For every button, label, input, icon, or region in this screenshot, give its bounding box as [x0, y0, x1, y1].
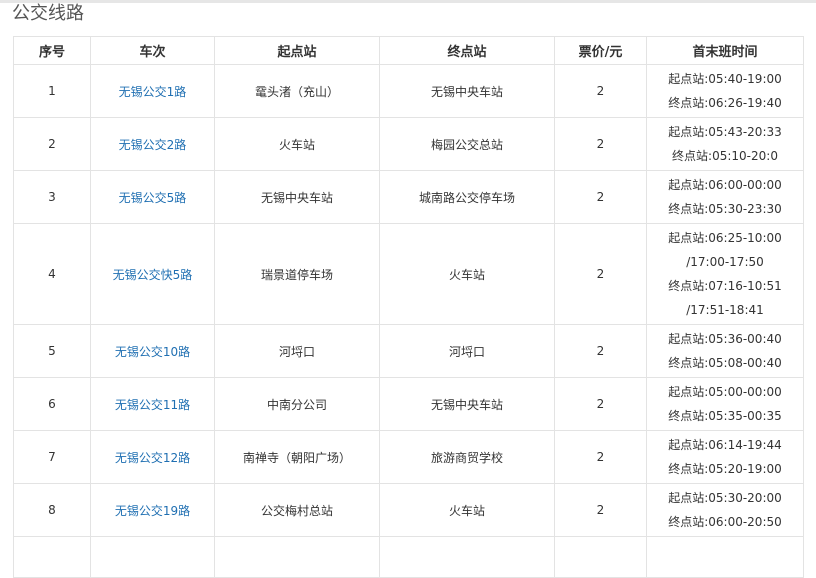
- schedule-line: 起点站:05:00-00:00: [668, 385, 782, 399]
- header-index: 序号: [13, 36, 91, 65]
- cell-index: 8: [13, 483, 91, 537]
- schedule-line: 终点站:07:16-10:51: [668, 279, 782, 293]
- cell-fare: 2: [554, 483, 647, 537]
- cell-start-station: 河埒口: [214, 324, 380, 378]
- cell-route: 无锡公交12路: [90, 430, 215, 484]
- table-row: 3 无锡公交5路 无锡中央车站 城南路公交停车场 2 起点站:06:00-00:…: [13, 170, 804, 224]
- table-row: 5 无锡公交10路 河埒口 河埒口 2 起点站:05:36-00:40 终点站:…: [13, 324, 804, 378]
- cell-index: 1: [13, 64, 91, 118]
- schedule-line: /17:00-17:50: [686, 255, 764, 269]
- cell-fare: 2: [554, 170, 647, 224]
- schedule-line: 起点站:05:36-00:40: [668, 332, 782, 346]
- cell-schedule: 起点站:06:25-10:00 /17:00-17:50 终点站:07:16-1…: [646, 223, 804, 325]
- cell-schedule: 起点站:05:30-20:00 终点站:06:00-20:50: [646, 483, 804, 537]
- cell-index: 4: [13, 223, 91, 325]
- cell-route: 无锡公交1路: [90, 64, 215, 118]
- cell-fare: 2: [554, 430, 647, 484]
- cell-start-station: 鼋头渚（充山）: [214, 64, 380, 118]
- table-row: [13, 536, 804, 578]
- schedule-line: 起点站:06:00-00:00: [668, 178, 782, 192]
- route-link[interactable]: 无锡公交11路: [115, 398, 190, 412]
- cell-schedule: [646, 536, 804, 578]
- table-row: 2 无锡公交2路 火车站 梅园公交总站 2 起点站:05:43-20:33 终点…: [13, 117, 804, 171]
- cell-start-station: 中南分公司: [214, 377, 380, 431]
- section-title: 公交线路: [12, 3, 84, 24]
- schedule-line: 终点站:06:00-20:50: [668, 515, 782, 529]
- schedule-line: 终点站:05:20-19:00: [668, 462, 782, 476]
- route-link[interactable]: 无锡公交5路: [119, 191, 187, 205]
- header-end-station: 终点站: [379, 36, 555, 65]
- schedule-line: 起点站:05:43-20:33: [668, 125, 782, 139]
- table-header-row: 序号 车次 起点站 终点站 票价/元 首末班时间: [13, 36, 804, 65]
- route-link[interactable]: 无锡公交1路: [119, 85, 187, 99]
- schedule-line: 终点站:05:35-00:35: [668, 409, 782, 423]
- schedule-line: 起点站:05:30-20:00: [668, 491, 782, 505]
- cell-index: [13, 536, 91, 578]
- schedule-line: 起点站:06:25-10:00: [668, 231, 782, 245]
- cell-index: 2: [13, 117, 91, 171]
- cell-schedule: 起点站:06:00-00:00 终点站:05:30-23:30: [646, 170, 804, 224]
- cell-fare: 2: [554, 64, 647, 118]
- table-row: 8 无锡公交19路 公交梅村总站 火车站 2 起点站:05:30-20:00 终…: [13, 483, 804, 537]
- cell-index: 5: [13, 324, 91, 378]
- cell-index: 3: [13, 170, 91, 224]
- schedule-line: 起点站:06:14-19:44: [668, 438, 782, 452]
- cell-schedule: 起点站:06:14-19:44 终点站:05:20-19:00: [646, 430, 804, 484]
- cell-end-station: 梅园公交总站: [379, 117, 555, 171]
- schedule-line: 终点站:05:08-00:40: [668, 356, 782, 370]
- cell-start-station: 火车站: [214, 117, 380, 171]
- cell-end-station: 无锡中央车站: [379, 64, 555, 118]
- cell-end-station: 河埒口: [379, 324, 555, 378]
- cell-end-station: 火车站: [379, 483, 555, 537]
- route-link[interactable]: 无锡公交2路: [119, 138, 187, 152]
- schedule-line: 起点站:05:40-19:00: [668, 72, 782, 86]
- cell-end-station: [379, 536, 555, 578]
- cell-end-station: 旅游商贸学校: [379, 430, 555, 484]
- cell-route: 无锡公交19路: [90, 483, 215, 537]
- cell-schedule: 起点站:05:36-00:40 终点站:05:08-00:40: [646, 324, 804, 378]
- schedule-line: 终点站:05:30-23:30: [668, 202, 782, 216]
- cell-route: 无锡公交2路: [90, 117, 215, 171]
- route-link[interactable]: 无锡公交10路: [115, 345, 190, 359]
- cell-fare: 2: [554, 377, 647, 431]
- header-start-station: 起点站: [214, 36, 380, 65]
- cell-start-station: 瑞景道停车场: [214, 223, 380, 325]
- cell-route: [90, 536, 215, 578]
- cell-start-station: 无锡中央车站: [214, 170, 380, 224]
- route-link[interactable]: 无锡公交12路: [115, 451, 190, 465]
- cell-start-station: [214, 536, 380, 578]
- cell-index: 7: [13, 430, 91, 484]
- cell-end-station: 无锡中央车站: [379, 377, 555, 431]
- route-link[interactable]: 无锡公交19路: [115, 504, 190, 518]
- table-row: 1 无锡公交1路 鼋头渚（充山） 无锡中央车站 2 起点站:05:40-19:0…: [13, 64, 804, 118]
- top-border: [0, 0, 816, 3]
- bus-routes-table: 序号 车次 起点站 终点站 票价/元 首末班时间 1 无锡公交1路 鼋头渚（充山…: [13, 36, 804, 578]
- cell-route: 无锡公交5路: [90, 170, 215, 224]
- cell-route: 无锡公交11路: [90, 377, 215, 431]
- cell-end-station: 火车站: [379, 223, 555, 325]
- cell-start-station: 南禅寺（朝阳广场）: [214, 430, 380, 484]
- table-row: 4 无锡公交快5路 瑞景道停车场 火车站 2 起点站:06:25-10:00 /…: [13, 223, 804, 325]
- cell-index: 6: [13, 377, 91, 431]
- cell-route: 无锡公交10路: [90, 324, 215, 378]
- header-route: 车次: [90, 36, 215, 65]
- cell-schedule: 起点站:05:00-00:00 终点站:05:35-00:35: [646, 377, 804, 431]
- cell-start-station: 公交梅村总站: [214, 483, 380, 537]
- header-fare: 票价/元: [554, 36, 647, 65]
- cell-fare: 2: [554, 324, 647, 378]
- schedule-line: /17:51-18:41: [686, 303, 764, 317]
- cell-schedule: 起点站:05:40-19:00 终点站:06:26-19:40: [646, 64, 804, 118]
- header-schedule: 首末班时间: [646, 36, 804, 65]
- cell-fare: 2: [554, 223, 647, 325]
- cell-route: 无锡公交快5路: [90, 223, 215, 325]
- cell-schedule: 起点站:05:43-20:33 终点站:05:10-20:0: [646, 117, 804, 171]
- table-row: 6 无锡公交11路 中南分公司 无锡中央车站 2 起点站:05:00-00:00…: [13, 377, 804, 431]
- route-link[interactable]: 无锡公交快5路: [113, 268, 193, 282]
- cell-fare: [554, 536, 647, 578]
- schedule-line: 终点站:05:10-20:0: [672, 149, 778, 163]
- cell-end-station: 城南路公交停车场: [379, 170, 555, 224]
- cell-fare: 2: [554, 117, 647, 171]
- table-row: 7 无锡公交12路 南禅寺（朝阳广场） 旅游商贸学校 2 起点站:06:14-1…: [13, 430, 804, 484]
- schedule-line: 终点站:06:26-19:40: [668, 96, 782, 110]
